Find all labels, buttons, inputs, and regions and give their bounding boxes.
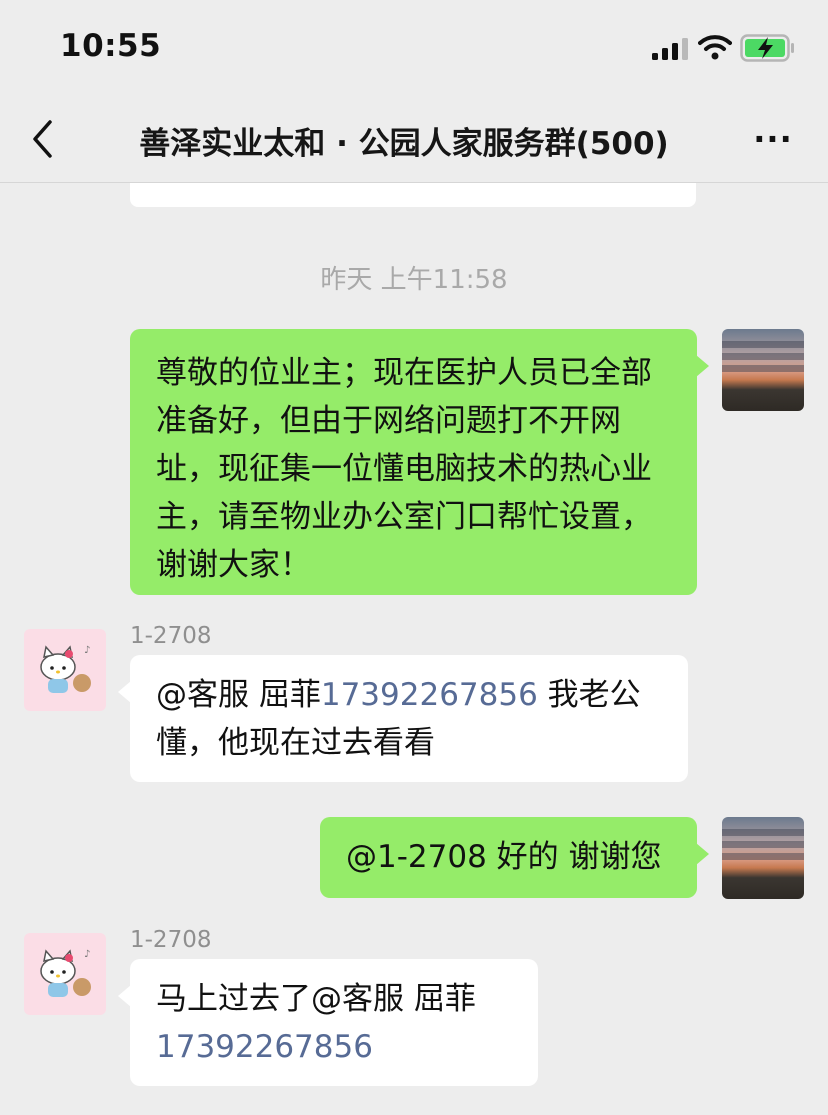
avatar[interactable] [722, 329, 804, 411]
avatar[interactable] [722, 817, 804, 899]
chevron-left-icon[interactable] [28, 118, 60, 160]
chat-title: 善泽实业太和 · 公园人家服务群(500) [139, 126, 669, 162]
svg-text:♪: ♪ [84, 949, 90, 960]
message-text: @1-2708 好的 谢谢您 [346, 839, 662, 875]
message-bubble-outgoing[interactable]: 尊敬的位业主；现在医护人员已全部准备好，但由于网络问题打不开网址，现征集一位懂电… [130, 329, 709, 595]
chat-header: 善泽实业太和 · 公园人家服务群(500) ··· [0, 96, 828, 183]
avatar[interactable]: ♪ [24, 933, 106, 1015]
message-list[interactable]: 昨天 上午11:58 尊敬的位业主；现在医护人员已全部准备好，但由于网络问题打不… [0, 183, 828, 1115]
signal-icon [652, 38, 688, 60]
phone-link[interactable]: 17392267856 [321, 677, 538, 713]
message-bubble-outgoing[interactable]: @1-2708 好的 谢谢您 [320, 817, 709, 898]
status-time: 10:55 [60, 28, 162, 64]
message-text: 尊敬的位业主；现在医护人员已全部准备好，但由于网络问题打不开网址，现征集一位懂电… [156, 355, 652, 583]
svg-text:♪: ♪ [84, 645, 90, 656]
avatar[interactable]: ♪ [24, 629, 106, 711]
more-dots-icon[interactable]: ··· [750, 120, 796, 160]
sender-name: 1-2708 [130, 927, 212, 953]
message-text: @客服 屈菲 [156, 677, 321, 713]
message-timestamp: 昨天 上午11:58 [320, 265, 508, 295]
status-bar: 10:55 [0, 0, 828, 96]
sender-name: 1-2708 [130, 623, 212, 649]
battery-charging-icon [740, 34, 794, 62]
hello-kitty-icon: ♪ [40, 949, 91, 997]
hello-kitty-icon: ♪ [40, 645, 91, 693]
message-bubble-incoming[interactable]: 马上过去了@客服 屈菲 17392267856 [118, 959, 538, 1086]
previous-message-bubble[interactable] [130, 183, 696, 207]
message-bubble-incoming[interactable]: @客服 屈菲17392267856 我老公懂，他现在过去看看 [118, 655, 688, 782]
phone-link[interactable]: 17392267856 [156, 1029, 373, 1065]
wifi-icon [698, 35, 732, 60]
message-text: 马上过去了@客服 屈菲 [156, 981, 476, 1017]
